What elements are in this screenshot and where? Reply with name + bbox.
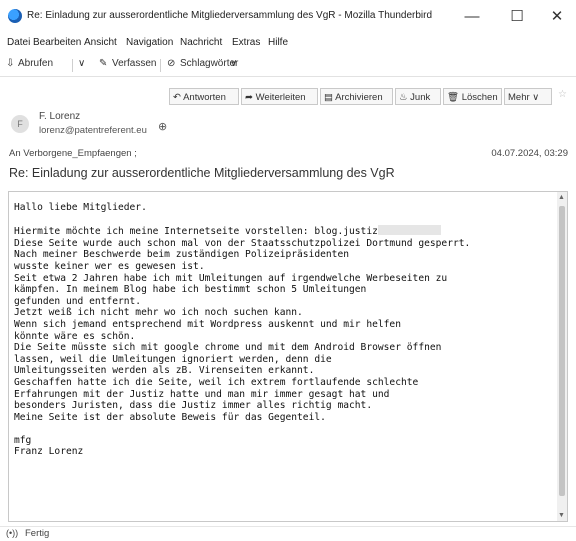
sender-name[interactable]: F. Lorenz <box>39 111 80 122</box>
body-paragraphs: Diese Seite wurde auch schon mal von der… <box>14 237 471 423</box>
close-button[interactable]: ✕ <box>537 4 576 30</box>
menu-extras[interactable]: Extras <box>232 37 260 48</box>
avatar: F <box>11 115 29 133</box>
message-body-text: Hallo liebe Mitglieder. Hiermite möchte … <box>14 202 470 458</box>
more-button[interactable]: Mehr ∨ <box>504 88 552 105</box>
junk-button[interactable]: ♨ Junk <box>395 88 441 105</box>
forward-icon: ➦ <box>245 92 253 103</box>
redacted-url <box>377 225 441 236</box>
reply-icon: ↶ <box>173 92 181 103</box>
scroll-down-icon[interactable]: ▼ <box>558 512 565 519</box>
menu-ansicht[interactable]: Ansicht <box>84 37 117 48</box>
archive-button[interactable]: ▤ Archivieren <box>320 88 393 105</box>
tag-icon: ⊘ <box>167 58 176 69</box>
body-greeting: Hallo liebe Mitglieder. <box>14 202 147 213</box>
reply-button[interactable]: ↶ Antworten <box>169 88 239 105</box>
vertical-scrollbar[interactable]: ▲ ▼ <box>557 192 567 521</box>
body-signature: Franz Lorenz <box>14 446 84 458</box>
star-icon[interactable]: ☆ <box>558 89 567 100</box>
menu-bearbeiten[interactable]: Bearbeiten <box>33 37 81 48</box>
status-bar: (•)) Fertig <box>0 526 576 541</box>
body-intro: Hiermite möchte ich meine Internetseite … <box>14 226 378 238</box>
get-mail-icon: ⇩ <box>6 58 15 69</box>
verfassen-button[interactable]: Verfassen <box>112 58 156 69</box>
schlagwoerter-dropdown-icon[interactable]: ∨ <box>230 58 237 69</box>
toolbar-separator <box>160 59 161 72</box>
main-toolbar: ⇩ Abrufen ∨ ✎ Verfassen ⊘ Schlagwörter ∨ <box>0 54 576 77</box>
menu-datei[interactable]: Datei <box>7 37 30 48</box>
message-subject: Re: Einladung zur ausserordentliche Mitg… <box>9 166 395 180</box>
add-contact-icon[interactable]: ⊕ <box>158 120 167 133</box>
forward-button[interactable]: ➦ Weiterleiten <box>241 88 318 105</box>
status-text: Fertig <box>25 528 50 539</box>
menu-nachricht[interactable]: Nachricht <box>180 37 222 48</box>
trash-icon: 🗑 <box>447 92 460 103</box>
pencil-icon: ✎ <box>99 58 108 69</box>
window-title: Re: Einladung zur ausserordentliche Mitg… <box>27 10 433 21</box>
delete-button[interactable]: 🗑 Löschen <box>443 88 502 105</box>
scroll-up-icon[interactable]: ▲ <box>558 194 565 201</box>
minimize-button[interactable]: — <box>452 4 492 30</box>
sender-email[interactable]: lorenz@patentreferent.eu <box>39 125 147 136</box>
body-signoff: mfg <box>14 434 32 446</box>
recipients: An Verborgene_Empfaengen ; <box>9 148 137 159</box>
message-body[interactable]: Hallo liebe Mitglieder. Hiermite möchte … <box>8 191 568 522</box>
junk-icon: ♨ <box>399 92 408 103</box>
message-date: 04.07.2024, 03:29 <box>491 148 568 159</box>
chevron-down-icon: ∨ <box>532 92 540 103</box>
toolbar-separator <box>72 59 73 72</box>
maximize-button[interactable]: ☐ <box>497 4 537 30</box>
scrollbar-thumb[interactable] <box>559 206 565 496</box>
thunderbird-logo-icon <box>8 9 22 23</box>
menu-navigation[interactable]: Navigation <box>126 37 173 48</box>
abrufen-button[interactable]: Abrufen <box>18 58 53 69</box>
menu-bar: Datei Bearbeiten Ansicht Navigation Nach… <box>0 34 576 52</box>
archive-icon: ▤ <box>324 92 333 103</box>
title-bar: Re: Einladung zur ausserordentliche Mitg… <box>0 0 576 34</box>
menu-hilfe[interactable]: Hilfe <box>268 37 288 48</box>
activity-icon: (•)) <box>6 528 19 538</box>
abrufen-dropdown-icon[interactable]: ∨ <box>78 58 85 69</box>
